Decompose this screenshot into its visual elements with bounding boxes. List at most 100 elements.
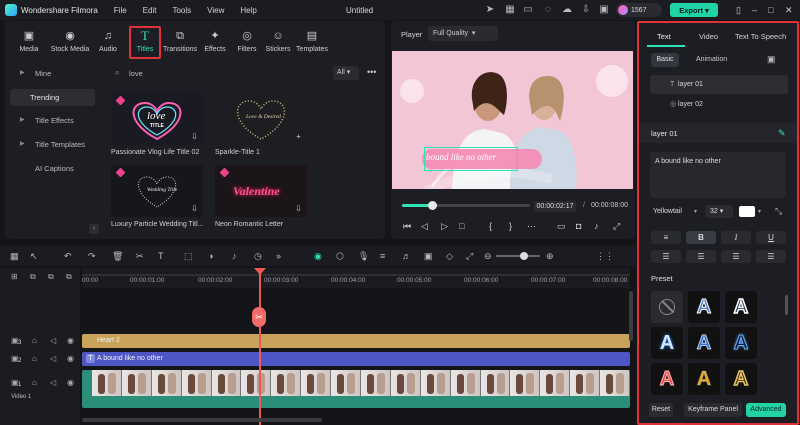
crop-icon[interactable]: ⬚ [184,250,193,262]
quality-select[interactable]: Full Quality ▾ [428,26,498,41]
tab-titles[interactable]: T Titles [128,29,162,54]
undo-icon[interactable]: ↶ [64,250,72,262]
download-icon[interactable]: ⇩ [190,132,199,141]
eye-icon[interactable]: ◉ [67,378,74,388]
preset-style-5[interactable]: A [725,327,757,359]
preset-scrollbar[interactable] [785,295,788,315]
more-options-icon[interactable]: ••• [367,67,376,77]
frame-back-icon[interactable]: ◁ [421,221,428,231]
filter-select[interactable]: All ▾ [333,66,359,80]
speed-icon[interactable]: ◷ [254,250,262,262]
speaker-icon[interactable]: ◁ [50,354,56,364]
lightbulb-icon[interactable]: ◌ [542,4,554,16]
preset-style-2[interactable]: A [725,291,757,323]
chevron-down-icon[interactable]: ▾ [694,208,697,215]
audio-icon[interactable]: ♪ [232,250,237,262]
minimize-icon[interactable]: – [752,4,757,16]
credits-badge[interactable]: 1567 [616,3,662,17]
preset-style-6[interactable]: A [651,363,683,395]
preset-style-4[interactable]: A [688,327,720,359]
snap-icon[interactable]: ⧉ [66,272,72,282]
mark-out-icon[interactable]: } [509,221,512,231]
mic-icon[interactable]: 🎙 [358,250,369,262]
text-tool-icon[interactable]: T [158,250,164,262]
grid-icon[interactable]: ▦ [504,4,516,16]
tab-media[interactable]: ▣ Media [12,29,46,53]
preset-style-8[interactable]: A [725,363,757,395]
export-button[interactable]: Export ▾ [670,3,718,17]
stop-icon[interactable]: □ [459,221,464,231]
font-size-select[interactable]: 32 ▾ [705,205,733,218]
grid-view-icon[interactable]: ⋮⋮ [596,250,614,262]
sidebar-item-trending[interactable]: Trending [10,89,95,106]
chevron-down-icon[interactable]: ▾ [758,208,761,215]
title-card-passionate-vlog[interactable]: love TITLE ⇩ [111,93,203,145]
menu-file[interactable]: File [114,6,127,15]
color-icon[interactable]: ◑ [208,250,213,262]
search-input[interactable]: love [129,69,143,78]
menu-help[interactable]: Help [240,6,256,15]
tab-filters[interactable]: ◎ Filters [230,29,264,53]
sidebar-item-mine[interactable]: ▶ Mine [10,65,95,82]
zoom-out-icon[interactable]: ⊖ [484,250,492,262]
progress-track[interactable] [402,204,530,207]
tab-text-to-speech[interactable]: Text To Speech [735,32,786,41]
send-icon[interactable]: ➤ [484,4,496,16]
delete-icon[interactable]: 🗑 [112,250,123,262]
magnet-icon[interactable]: ⧉ [48,272,54,282]
snapshot-icon[interactable]: ▣ [424,250,433,262]
preset-style-7[interactable]: A [688,363,720,395]
sidebar-item-title-effects[interactable]: ▶ Title Effects [10,112,95,129]
tab-audio[interactable]: ♫ Audio [91,29,125,53]
maximize-icon[interactable]: □ [768,4,773,16]
menu-view[interactable]: View [207,6,224,15]
scissors-icon[interactable]: ✂ [136,250,144,262]
volume-icon[interactable]: ♪ [594,221,599,231]
eye-icon[interactable]: ◉ [67,354,74,364]
video-preview[interactable]: bound like no other [392,51,633,189]
collapse-sidebar-button[interactable]: ‹ [89,224,99,234]
preset-style-3[interactable]: A [651,327,683,359]
text-color-swatch[interactable] [739,206,755,217]
layout-icon[interactable]: ▦ [10,250,19,262]
tab-effects[interactable]: ✦ Effects [198,29,232,53]
play-icon[interactable]: ▷ [441,221,448,231]
text-clip[interactable]: TA bound like no other [82,352,630,366]
zoom-slider[interactable] [496,255,540,257]
bold-button[interactable]: B [686,231,716,244]
layer-item-2[interactable]: ◎ layer 02 [650,95,788,114]
tab-text[interactable]: Text [657,32,671,41]
ai-icon[interactable]: ◉ [314,250,322,262]
pointer-icon[interactable]: ↖ [30,250,38,262]
redo-icon[interactable]: ↷ [88,250,96,262]
more-tools-icon[interactable]: » [276,250,281,262]
text-direction-button[interactable]: ≡ [651,231,681,244]
save-preset-icon[interactable]: ▣ [767,54,776,65]
align-left-button[interactable]: ☰ [651,250,681,263]
reset-button[interactable]: Reset [649,403,673,417]
lock-icon[interactable]: ⌂ [32,336,37,346]
menu-tools[interactable]: Tools [172,6,191,15]
add-track-icon[interactable]: ⊞ [11,272,18,282]
eye-icon[interactable]: ◉ [67,336,74,346]
tab-stickers[interactable]: ☺ Stickers [261,29,295,53]
menu-edit[interactable]: Edit [143,6,157,15]
vertical-scrollbar[interactable] [629,291,633,341]
download-icon[interactable]: ⇩ [580,4,592,16]
more-icon[interactable]: ⋯ [527,221,536,231]
progress-knob[interactable] [428,201,437,210]
avatar[interactable] [618,5,628,15]
video-clip[interactable] [82,370,630,408]
tab-video[interactable]: Video [699,32,718,41]
playhead[interactable] [259,268,261,425]
time-ruler[interactable]: 00:00 00:00:01:00 00:00:02:00 00:00:03:0… [82,268,630,288]
tab-transitions[interactable]: ⧉ Transitions [162,29,198,53]
title-card-sparkle[interactable]: Love & Desired + [215,93,307,145]
download-icon[interactable]: ⇩ [294,204,303,213]
preset-style-1[interactable]: A [688,291,720,323]
skip-back-icon[interactable]: ⏮ [403,221,411,231]
eyedropper-icon[interactable]: ⤡ [775,206,782,217]
timeline-scrollbar[interactable] [82,418,322,422]
lock-icon[interactable]: ⌂ [32,378,37,388]
mark-in-icon[interactable]: { [489,221,492,231]
